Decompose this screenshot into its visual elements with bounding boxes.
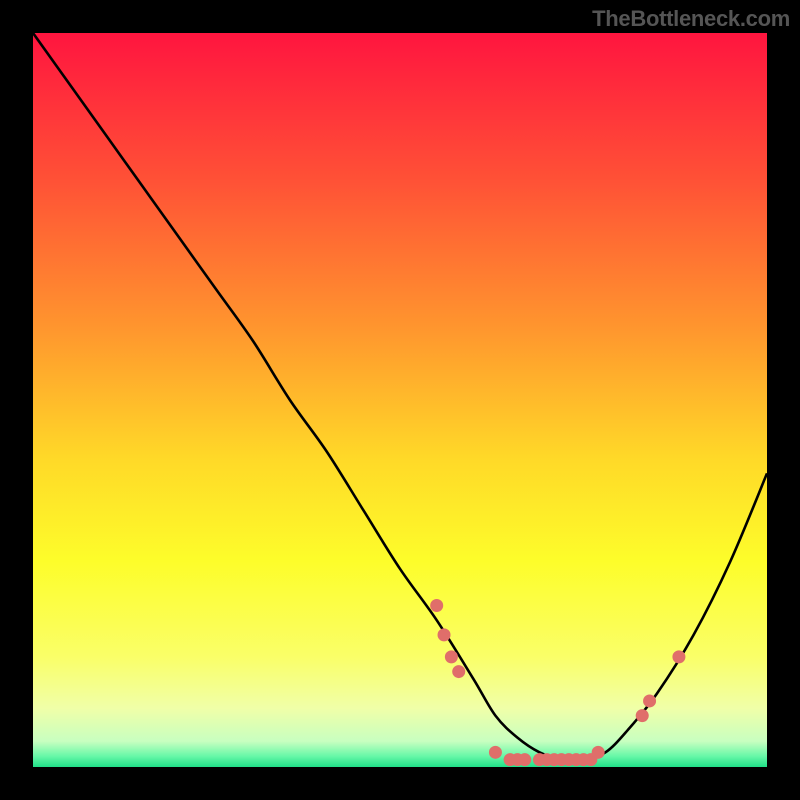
data-point <box>452 665 465 678</box>
data-point <box>518 753 531 766</box>
chart-frame: TheBottleneck.com <box>0 0 800 800</box>
data-point <box>445 650 458 663</box>
data-point <box>438 628 451 641</box>
watermark-text: TheBottleneck.com <box>592 6 790 32</box>
data-point <box>672 650 685 663</box>
data-point <box>430 599 443 612</box>
data-point <box>643 694 656 707</box>
data-point <box>636 709 649 722</box>
data-point <box>489 746 502 759</box>
bottleneck-plot <box>33 33 767 767</box>
plot-svg <box>33 33 767 767</box>
data-point <box>592 746 605 759</box>
gradient-background <box>33 33 767 767</box>
